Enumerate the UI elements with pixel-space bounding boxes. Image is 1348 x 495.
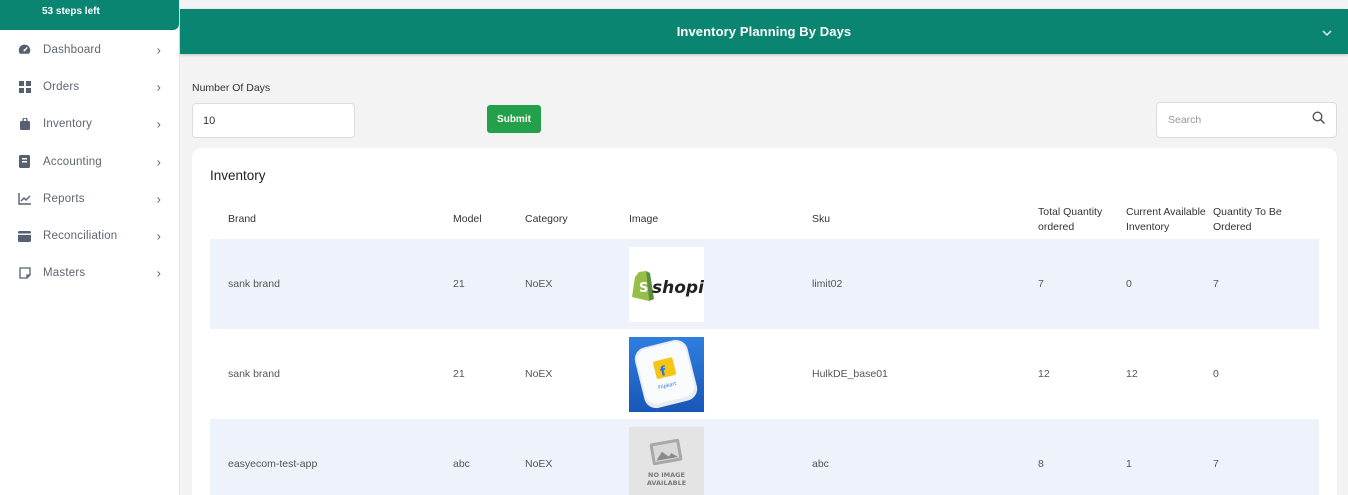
column-header-sku[interactable]: Sku xyxy=(812,200,1038,239)
book-icon xyxy=(18,155,31,169)
search-box xyxy=(1156,102,1337,138)
cell-total-qty: 12 xyxy=(1038,368,1050,380)
sidebar-item-label: Masters xyxy=(43,267,86,280)
chevron-down-icon[interactable] xyxy=(1322,26,1332,40)
column-header-model[interactable]: Model xyxy=(453,200,525,239)
cell-total-qty: 8 xyxy=(1038,419,1126,495)
column-header-available[interactable]: Current Available Inventory xyxy=(1126,200,1213,239)
cell-model: abc xyxy=(453,419,525,495)
svg-text:S: S xyxy=(639,281,648,296)
chevron-right-icon: › xyxy=(156,265,161,281)
cell-brand: sank brand xyxy=(228,368,280,380)
cell-image: S shopify xyxy=(629,239,812,329)
flipkart-logo: f Flipkart xyxy=(629,336,704,412)
table-row: sank brand 21 NoEX S shopify limit02 xyxy=(210,239,1319,329)
cell-image: f Flipkart xyxy=(629,329,812,419)
search-icon[interactable] xyxy=(1312,111,1326,125)
chevron-right-icon: › xyxy=(156,42,161,58)
chevron-right-icon: › xyxy=(156,116,161,132)
days-label: Number Of Days xyxy=(192,82,271,94)
cell-to-order: 7 xyxy=(1213,419,1319,495)
days-input[interactable] xyxy=(192,103,355,138)
page-header: Inventory Planning By Days xyxy=(180,9,1348,54)
chevron-right-icon: › xyxy=(156,228,161,244)
cell-category: NoEX xyxy=(525,419,629,495)
steps-left-text: 53 steps left xyxy=(42,6,100,17)
wallet-icon xyxy=(18,230,31,243)
page-title: Inventory Planning By Days xyxy=(676,24,852,39)
table-row: easyecom-test-app abc NoEX NO IMAGE AVAI… xyxy=(210,419,1319,495)
sidebar-item-label: Dashboard xyxy=(43,43,102,56)
cell-available: 1 xyxy=(1126,419,1213,495)
cell-to-order: 7 xyxy=(1213,239,1319,329)
sidebar-item-orders[interactable]: Orders › xyxy=(0,68,179,105)
sidebar-item-label: Inventory xyxy=(43,118,93,131)
steps-left-banner: 53 steps left xyxy=(0,0,179,30)
cell-sku: abc xyxy=(812,419,1038,495)
column-header-total-qty[interactable]: Total Quantity ordered xyxy=(1038,200,1126,239)
card-title: Inventory xyxy=(210,168,266,183)
dashboard-icon xyxy=(18,43,31,56)
inventory-table: Brand Model Category Image Sku Total Qua… xyxy=(210,200,1319,495)
cell-sku: limit02 xyxy=(812,239,1038,329)
cell-to-order: 0 xyxy=(1213,368,1219,380)
grid-icon xyxy=(18,80,31,93)
cell-model: 21 xyxy=(453,239,525,329)
column-header-brand[interactable]: Brand xyxy=(210,200,453,239)
cell-image: NO IMAGE AVAILABLE xyxy=(629,419,812,495)
table-header-row: Brand Model Category Image Sku Total Qua… xyxy=(210,200,1319,239)
no-image-placeholder: NO IMAGE AVAILABLE xyxy=(629,426,704,495)
column-header-to-order[interactable]: Quantity To Be Ordered xyxy=(1213,200,1319,239)
bag-icon xyxy=(18,118,31,131)
sidebar-item-reports[interactable]: Reports › xyxy=(0,180,179,217)
sidebar-item-dashboard[interactable]: Dashboard › xyxy=(0,31,179,68)
column-header-category[interactable]: Category xyxy=(525,200,629,239)
cell-sku: HulkDE_base01 xyxy=(812,368,888,380)
cell-category: NoEX xyxy=(525,368,553,380)
sidebar-item-accounting[interactable]: Accounting › xyxy=(0,143,179,180)
cell-brand: easyecom-test-app xyxy=(210,419,453,495)
sidebar-item-label: Reconciliation xyxy=(43,230,118,243)
cell-category: NoEX xyxy=(525,239,629,329)
cell-available: 0 xyxy=(1126,239,1213,329)
cell-available: 12 xyxy=(1126,368,1138,380)
table-row: sank brand 21 NoEX f Flipkart HulkDE_bas… xyxy=(210,329,1319,419)
cell-brand: sank brand xyxy=(210,239,453,329)
shopify-logo: S shopify xyxy=(629,246,704,322)
inventory-card: Inventory Brand Model Category Image Sku… xyxy=(192,148,1337,495)
cell-model: 21 xyxy=(453,368,465,380)
sidebar-item-label: Reports xyxy=(43,192,85,205)
chevron-right-icon: › xyxy=(156,154,161,170)
sidebar-nav: Dashboard › Orders › Inventory › Account… xyxy=(0,31,179,292)
chevron-right-icon: › xyxy=(156,191,161,207)
sidebar-item-label: Orders xyxy=(43,80,80,93)
note-icon xyxy=(18,267,31,280)
sidebar-item-reconciliation[interactable]: Reconciliation › xyxy=(0,217,179,254)
logo-text: shopify xyxy=(652,278,704,298)
search-input[interactable] xyxy=(1157,103,1297,137)
sidebar: 53 steps left Dashboard › Orders › Inven… xyxy=(0,0,180,495)
submit-button[interactable]: Submit xyxy=(487,105,541,133)
no-image-text: NO IMAGE AVAILABLE xyxy=(646,470,687,487)
sidebar-item-inventory[interactable]: Inventory › xyxy=(0,106,179,143)
sidebar-item-masters[interactable]: Masters › xyxy=(0,255,179,292)
column-header-image: Image xyxy=(629,213,659,225)
chevron-right-icon: › xyxy=(156,79,161,95)
cell-total-qty: 7 xyxy=(1038,239,1126,329)
chart-icon xyxy=(18,192,31,205)
sidebar-item-label: Accounting xyxy=(43,155,102,168)
